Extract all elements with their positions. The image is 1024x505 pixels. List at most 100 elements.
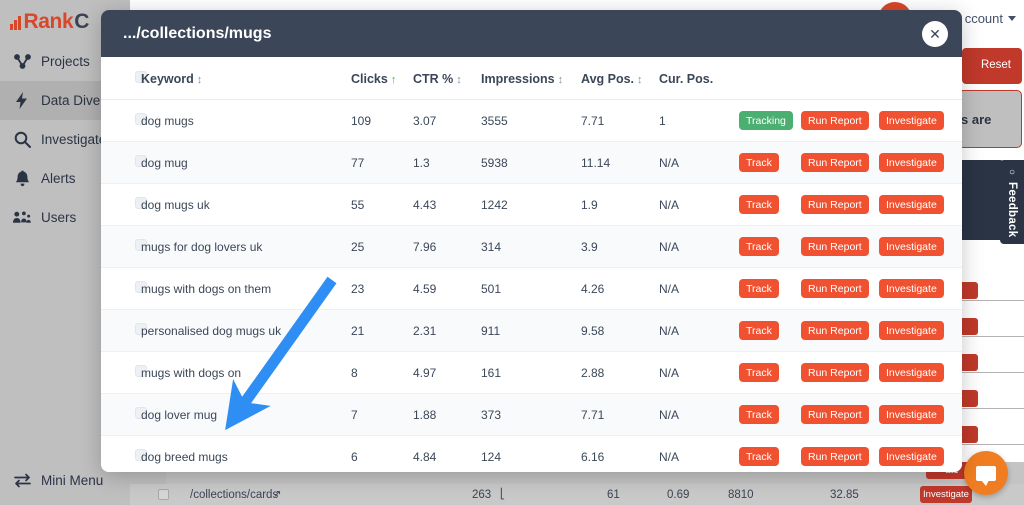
run-report-button-cell: Run Report (801, 435, 879, 472)
feedback-tab[interactable]: ○ Feedback (1000, 160, 1024, 244)
cell-avg-pos: 7.71 (581, 393, 659, 436)
row-clicks: 263 (472, 488, 492, 501)
row-checkbox-cell[interactable] (101, 225, 147, 268)
track-button[interactable]: Track (739, 447, 779, 466)
track-button[interactable]: Track (739, 363, 779, 382)
sort-both-icon[interactable]: ↕ (637, 74, 643, 86)
column-header-ctr[interactable]: CTR % ↕ (413, 57, 481, 100)
sort-both-icon[interactable]: ↕ (558, 74, 564, 86)
cell-cur-pos: N/A (659, 435, 739, 472)
investigate-button[interactable]: Investigate (879, 153, 944, 172)
track-button[interactable]: Tracking (739, 111, 793, 130)
cell-avg-pos: 1.9 (581, 183, 659, 226)
background-table-row[interactable]: /collections/cards ↗ 263 ⎣ 61 0.69 8810 … (130, 484, 1024, 505)
table-row[interactable]: mugs for dog lovers uk 25 7.96 314 3.9 N/A Tra… (101, 225, 962, 268)
table-row[interactable]: mugs with dogs on them 23 4.59 501 4.26 N/A Tr… (101, 267, 962, 310)
sort-both-icon[interactable]: ↕ (197, 74, 203, 86)
investigate-button[interactable]: Investigate (879, 279, 944, 298)
run-report-button[interactable]: Run Report (801, 111, 869, 130)
column-header-track (739, 57, 801, 100)
cell-keyword: mugs with dogs on them (141, 267, 351, 310)
table-row[interactable]: mugs with dogs on 8 4.97 161 2.88 N/A Track Run… (101, 351, 962, 394)
select-all-header[interactable] (101, 57, 147, 100)
track-button-cell: Track (739, 141, 801, 184)
investigate-button[interactable]: Investigate (879, 363, 944, 382)
investigate-button[interactable]: Investigate (879, 447, 944, 466)
track-button[interactable]: Track (739, 321, 779, 340)
track-button[interactable]: Track (739, 405, 779, 424)
column-header-avg-pos[interactable]: Avg Pos. ↕ (581, 57, 659, 100)
track-button[interactable]: Track (739, 195, 779, 214)
run-report-button[interactable]: Run Report (801, 195, 869, 214)
sidebar-item-label: Investigate (41, 132, 107, 147)
bolt-icon (13, 92, 31, 110)
row-checkbox-cell[interactable] (101, 351, 147, 394)
column-header-impressions[interactable]: Impressions ↕ (481, 57, 581, 100)
table-row[interactable]: dog breed mugs 6 4.84 124 6.16 N/A Track Run Re… (101, 435, 962, 472)
column-header-clicks[interactable]: Clicks ↑ (351, 57, 413, 100)
table-row[interactable]: dog mugs 109 3.07 3555 7.71 1 Tracking Run Repo… (101, 99, 962, 142)
cell-cur-pos: 1 (659, 99, 739, 142)
row-checkbox-cell[interactable] (101, 183, 147, 226)
cell-avg-pos: 11.14 (581, 141, 659, 184)
table-row[interactable]: dog mugs uk 55 4.43 1242 1.9 N/A Track Run Repo… (101, 183, 962, 226)
keyword-modal: .../collections/mugs ✕ Keyword ↕ Clicks ↑ (101, 10, 962, 472)
run-report-button[interactable]: Run Report (801, 363, 869, 382)
investigate-button[interactable]: Investigate (879, 237, 944, 256)
run-report-button[interactable]: Run Report (801, 153, 869, 172)
track-button[interactable]: Track (739, 279, 779, 298)
sort-both-icon[interactable]: ↕ (456, 74, 462, 86)
cell-keyword: mugs with dogs on (141, 351, 351, 394)
chat-bubble-button[interactable] (964, 451, 1008, 495)
track-button[interactable]: Track (739, 153, 779, 172)
cell-ctr: 4.43 (413, 183, 481, 226)
investigate-button[interactable]: Investigate (879, 195, 944, 214)
cell-keyword: dog mug (141, 141, 351, 184)
row-checkbox-cell[interactable] (101, 99, 147, 142)
row-checkbox-cell[interactable] (101, 393, 147, 436)
cell-avg-pos: 9.58 (581, 309, 659, 352)
track-button-cell: Track (739, 435, 801, 472)
account-menu[interactable]: ccount (965, 11, 1016, 26)
cell-ctr: 7.96 (413, 225, 481, 268)
chevron-down-icon (1008, 16, 1016, 21)
cell-clicks: 7 (351, 393, 413, 436)
investigate-button[interactable]: Investigate (879, 405, 944, 424)
mini-menu-label: Mini Menu (41, 472, 104, 488)
investigate-button-cell: Investigate (879, 393, 962, 436)
close-icon[interactable]: ✕ (922, 20, 948, 47)
run-report-button[interactable]: Run Report (801, 321, 869, 340)
investigate-button[interactable]: Investigate (879, 111, 944, 130)
row-checkbox[interactable] (158, 489, 169, 500)
cell-keyword: dog breed mugs (141, 435, 351, 472)
run-report-button[interactable]: Run Report (801, 447, 869, 466)
background-note-panel: s are (954, 90, 1022, 148)
cell-ctr: 2.31 (413, 309, 481, 352)
row-checkbox-cell[interactable] (101, 267, 147, 310)
table-row[interactable]: dog lover mug 7 1.88 373 7.71 N/A Track Run Rep… (101, 393, 962, 436)
investigate-button[interactable]: Investigate (879, 321, 944, 340)
run-report-button-cell: Run Report (801, 393, 879, 436)
run-report-button[interactable]: Run Report (801, 279, 869, 298)
track-button[interactable]: Track (739, 237, 779, 256)
modal-header: .../collections/mugs ✕ (101, 10, 962, 57)
row-checkbox-cell[interactable] (101, 309, 147, 352)
table-row[interactable]: personalised dog mugs uk 21 2.31 911 9.58 N/A… (101, 309, 962, 352)
row-checkbox-cell[interactable] (101, 435, 147, 472)
cell-ctr: 4.59 (413, 267, 481, 310)
cell-clicks: 8 (351, 351, 413, 394)
cell-avg-pos: 7.71 (581, 99, 659, 142)
run-report-button[interactable]: Run Report (801, 237, 869, 256)
run-report-button[interactable]: Run Report (801, 405, 869, 424)
row-checkbox-cell[interactable] (101, 141, 147, 184)
sort-asc-icon[interactable]: ↑ (391, 74, 397, 86)
logo-secondary-text: C (74, 10, 90, 33)
column-header-keyword[interactable]: Keyword ↕ (141, 57, 351, 100)
run-report-button-cell: Run Report (801, 225, 879, 268)
row-url[interactable]: /collections/cards (190, 489, 278, 501)
table-header-row: Keyword ↕ Clicks ↑ CTR % ↕ Impressions ↕ Avg (101, 57, 962, 100)
table-row[interactable]: dog mug 77 1.3 5938 11.14 N/A Track Run Report I… (101, 141, 962, 184)
column-header-cur-pos[interactable]: Cur. Pos. (659, 57, 739, 100)
investigate-button[interactable]: Investigate (920, 486, 972, 503)
logo-primary-text: Rank (23, 10, 74, 33)
